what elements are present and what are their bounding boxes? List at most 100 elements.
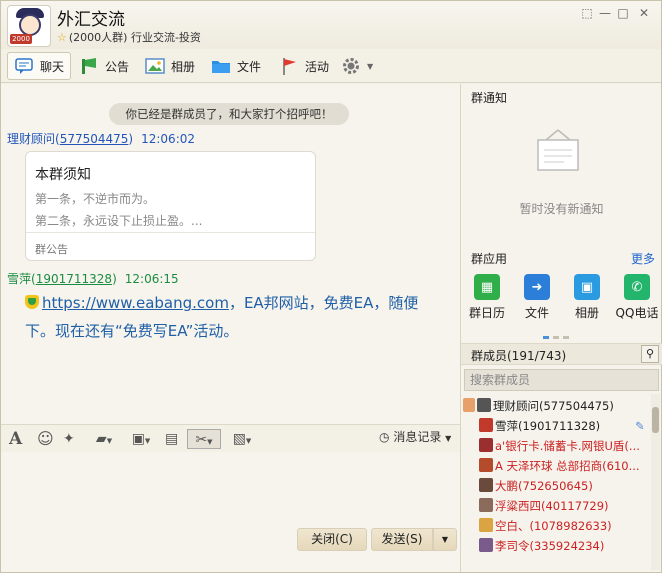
magic-wand-icon[interactable]: ✦ [63, 429, 75, 449]
notice-board-icon [534, 128, 582, 176]
avatar [479, 438, 493, 452]
notice-line: 第二条，永远设下止损止盈。... [35, 214, 203, 228]
notice-heading: 本群须知 [35, 167, 91, 183]
screen-share-icon[interactable]: ▧▼ [227, 429, 257, 449]
tab-activity-label: 活动 [305, 59, 330, 74]
member-item[interactable]: 理财顾问(577504475) [463, 396, 648, 416]
shield-icon [25, 295, 39, 309]
notice-section-title: 群通知 [471, 91, 508, 105]
group-avatar[interactable]: 2000 [7, 5, 51, 47]
member-item[interactable]: 雪萍(1901711328) ✎ [479, 416, 662, 436]
no-notice-text: 暂时没有新通知 [519, 202, 604, 216]
member-item[interactable]: a'银行卡.储蓄卡.网银U盾(... [479, 436, 662, 456]
close-button[interactable]: ✕ [636, 5, 652, 21]
phone-icon: ✆ [624, 274, 650, 300]
album-icon: ▣ [574, 274, 600, 300]
tab-album-label: 相册 [171, 59, 196, 74]
avatar-badge: 2000 [10, 34, 32, 44]
message-sender: 雪萍(1901711328) 12:06:15 [7, 270, 179, 287]
avatar [479, 418, 493, 432]
flag-icon [279, 56, 299, 76]
scrollbar-thumb[interactable] [652, 407, 659, 433]
shake-icon[interactable]: ▰▼ [89, 429, 119, 449]
app-calendar[interactable]: ▦ 群日历 [463, 274, 511, 321]
message-history-button[interactable]: ◷ 消息记录 ▼ [379, 428, 451, 445]
avatar-face [19, 14, 41, 36]
sender-name[interactable]: 理财顾问(577504475) [7, 132, 133, 146]
notice-footer-label: 群公告 [35, 243, 68, 256]
tab-chat-label: 聊天 [40, 59, 65, 74]
more-apps-link[interactable]: 更多 [631, 250, 655, 267]
emoji-icon[interactable]: ☺ [37, 429, 54, 449]
tab-announcement[interactable]: 公告 [73, 52, 135, 80]
edit-icon[interactable]: ✎ [635, 416, 645, 436]
message-time: 12:06:02 [141, 132, 196, 146]
member-item[interactable]: 空白、(1078982633) [479, 516, 662, 536]
message-input[interactable] [1, 452, 460, 572]
function-tabs: 聊天 公告 相册 文件 活动 ▼ [1, 49, 661, 83]
app-label: 相册 [574, 306, 599, 320]
gift-icon[interactable]: ▤ [165, 429, 178, 449]
app-qq-phone[interactable]: ✆ QQ电话 [613, 274, 661, 321]
app-label: QQ电话 [615, 306, 659, 320]
group-title[interactable]: 外汇交流 [57, 5, 125, 30]
chat-history[interactable]: 你已经是群成员了，和大家打个招呼吧！ 理财顾问(577504475) 12:06:… [1, 84, 460, 424]
avatar [477, 398, 491, 412]
avatar [479, 498, 493, 512]
title-bar: 2000 外汇交流 ☆ (2000人群) 行业交流-投资 ⬚ — □ ✕ [1, 1, 661, 49]
app-files[interactable]: ➜ 文件 [513, 274, 561, 321]
apps-section-title: 群应用 [471, 252, 508, 266]
send-options-button[interactable]: ▼ [433, 528, 457, 551]
member-item[interactable]: 浮粱西四(40117729) [479, 496, 662, 516]
close-chat-button[interactable]: 关闭(C) [297, 528, 367, 551]
message-sender: 理财顾问(577504475) 12:06:02 [7, 130, 195, 147]
message-history-label: 消息记录 [393, 430, 442, 444]
member-search-input[interactable]: 搜索群成员 [464, 369, 659, 391]
avatar [479, 538, 493, 552]
chevron-down-icon: ▼ [445, 434, 452, 443]
photo-icon [145, 56, 165, 76]
tab-files-label: 文件 [237, 59, 262, 74]
members-header: 群成员(191/743) ⚲ [461, 343, 662, 365]
gear-icon [341, 56, 361, 76]
app-album[interactable]: ▣ 相册 [563, 274, 611, 321]
folder-icon [211, 56, 231, 76]
chat-bubble-icon [14, 56, 34, 76]
message-time: 12:06:15 [124, 272, 179, 286]
tab-settings[interactable]: ▼ [335, 52, 379, 80]
group-subtitle: ☆ (2000人群) 行业交流-投资 [57, 29, 201, 45]
send-button[interactable]: 发送(S) [371, 528, 433, 551]
member-list-scrollbar[interactable] [651, 394, 660, 570]
message-body: https://www.eabang.com，EA邦网站，免费EA，随便下。现在… [25, 289, 445, 345]
member-item[interactable]: 李司令(335924234) [479, 536, 662, 556]
notice-line: 第一条，不逆市而为。 [35, 192, 156, 206]
search-icon[interactable]: ⚲ [641, 345, 659, 363]
app-label: 群日历 [468, 306, 505, 320]
file-transfer-icon: ➜ [524, 274, 550, 300]
sender-name[interactable]: 雪萍(1901711328) [7, 272, 117, 286]
tab-chat[interactable]: 聊天 [7, 52, 72, 80]
system-message: 你已经是群成员了，和大家打个招呼吧！ [109, 103, 349, 125]
chevron-down-icon: ▼ [367, 61, 374, 71]
skin-icon[interactable]: ⬚ [579, 5, 595, 21]
app-pager[interactable] [543, 328, 573, 342]
tab-activity[interactable]: 活动 [273, 52, 335, 80]
scissors-icon[interactable]: ✂▼ [187, 429, 221, 449]
notice-card[interactable]: 本群须知 第一条，不逆市而为。 第二条，永远设下止损止盈。... 群公告 [25, 151, 316, 261]
megaphone-icon [79, 56, 99, 76]
calendar-icon: ▦ [474, 274, 500, 300]
image-icon[interactable]: ▣▼ [125, 429, 157, 449]
minimize-button[interactable]: — [597, 5, 613, 21]
avatar [479, 518, 493, 532]
message-link[interactable]: https://www.eabang.com [42, 294, 229, 312]
tab-album[interactable]: 相册 [139, 52, 201, 80]
notice-footer: 群公告 [26, 232, 315, 262]
member-item[interactable]: 大鹏(752650645) [479, 476, 662, 496]
member-item[interactable]: A 天泽环球 总部招商(610... [479, 456, 662, 476]
tab-files[interactable]: 文件 [205, 52, 267, 80]
chat-window: 2000 外汇交流 ☆ (2000人群) 行业交流-投资 ⬚ — □ ✕ 聊天 公… [0, 0, 662, 573]
members-title: 群成员(191/743) [471, 349, 567, 363]
maximize-button[interactable]: □ [615, 5, 631, 21]
avatar [479, 458, 493, 472]
font-icon[interactable]: A [9, 429, 22, 449]
